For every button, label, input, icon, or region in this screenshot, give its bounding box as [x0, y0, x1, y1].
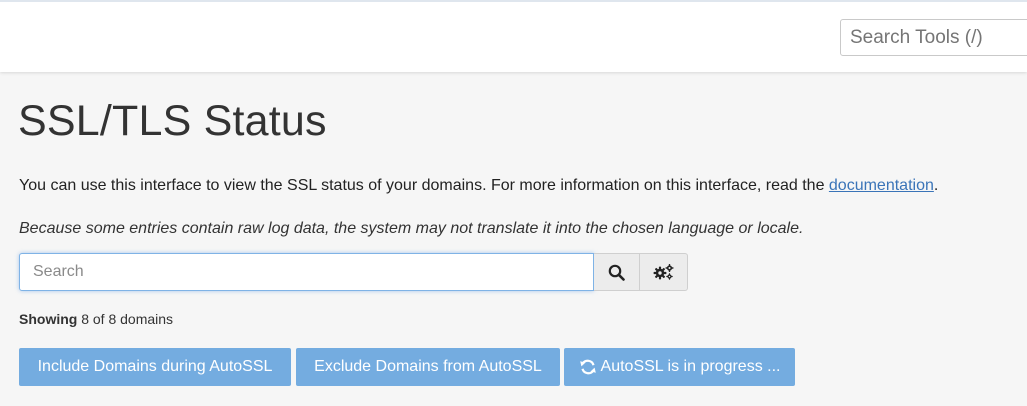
search-icon	[608, 264, 625, 281]
domain-search-group	[19, 253, 688, 291]
settings-button[interactable]	[640, 253, 688, 291]
autossl-progress-label: AutoSSL is in progress ...	[600, 358, 781, 375]
results-count: Showing 8 of 8 domains	[19, 311, 173, 327]
autossl-progress-button[interactable]: AutoSSL is in progress ...	[564, 348, 795, 386]
search-button[interactable]	[594, 253, 640, 291]
intro-body: You can use this interface to view the S…	[19, 177, 829, 194]
showing-count: 8 of 8 domains	[81, 311, 174, 327]
exclude-domains-button[interactable]: Exclude Domains from AutoSSL	[296, 348, 560, 386]
include-domains-button[interactable]: Include Domains during AutoSSL	[19, 348, 291, 386]
search-tools-input[interactable]	[840, 19, 1027, 56]
refresh-icon	[579, 359, 597, 375]
top-bar	[0, 0, 1027, 72]
showing-label: Showing	[19, 311, 78, 327]
intro-text: You can use this interface to view the S…	[19, 177, 938, 195]
domain-search-input[interactable]	[19, 253, 594, 291]
intro-end: .	[933, 177, 939, 194]
locale-note: Because some entries contain raw log dat…	[19, 220, 804, 237]
gears-icon	[653, 264, 673, 280]
documentation-link[interactable]: documentation	[829, 177, 934, 194]
page-title: SSL/TLS Status	[18, 97, 327, 145]
